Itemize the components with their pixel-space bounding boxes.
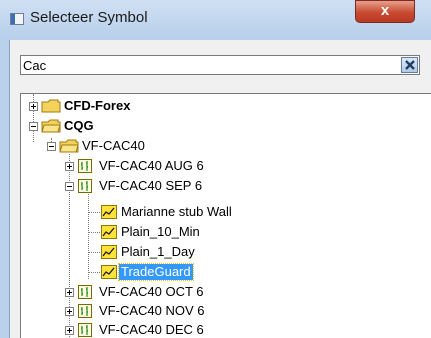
tree-node-vf-cac40[interactable]: VF-CAC40 <box>80 138 147 154</box>
folder-icon <box>41 99 61 113</box>
app-icon <box>10 13 24 25</box>
close-icon <box>405 60 415 70</box>
symbol-tree[interactable]: CFD-Forex CQG VF-CAC40 VF-CAC40 AUG 6 VF… <box>20 93 431 338</box>
tree-node-tradeguard[interactable]: TradeGuard <box>118 263 194 281</box>
tree-node-vf-cac40-nov-6[interactable]: VF-CAC40 NOV 6 <box>97 303 206 319</box>
tree-node-cqg[interactable]: CQG <box>62 118 96 134</box>
chart-study-icon <box>101 205 117 219</box>
expand-vf-cac40-nov[interactable] <box>65 307 74 316</box>
tree-node-marianne-stub-wall[interactable]: Marianne stub Wall <box>119 204 234 220</box>
tree-node-vf-cac40-oct-6[interactable]: VF-CAC40 OCT 6 <box>97 284 206 300</box>
folder-open-icon <box>41 119 61 133</box>
expand-vf-cac40-dec[interactable] <box>65 326 74 335</box>
search-input[interactable] <box>23 57 393 73</box>
window-title: Selecteer Symbol <box>30 9 148 26</box>
expand-vf-cac40-oct[interactable] <box>65 288 74 297</box>
search-box <box>20 55 420 75</box>
expand-cfd-forex[interactable] <box>29 102 38 111</box>
tree-node-plain-1-day[interactable]: Plain_1_Day <box>119 244 197 260</box>
title-bar[interactable]: Selecteer Symbol x <box>0 0 431 40</box>
collapse-vf-cac40-sep[interactable] <box>65 182 74 191</box>
chart-study-icon <box>101 265 117 279</box>
clear-search-button[interactable] <box>401 57 418 73</box>
symbol-icon <box>78 179 92 193</box>
symbol-icon <box>78 285 92 299</box>
dialog-window: Selecteer Symbol x Cac CFD-Forex CQG VF-… <box>0 0 431 338</box>
chart-study-icon <box>101 245 117 259</box>
folder-open-icon <box>59 139 79 153</box>
collapse-vf-cac40[interactable] <box>47 142 56 151</box>
tree-node-plain-10-min[interactable]: Plain_10_Min <box>119 224 202 240</box>
dialog-body: CFD-Forex CQG VF-CAC40 VF-CAC40 AUG 6 <box>9 40 431 338</box>
chart-study-icon <box>101 225 117 239</box>
tree-node-vf-cac40-aug-6[interactable]: VF-CAC40 AUG 6 <box>97 158 206 174</box>
symbol-icon <box>78 159 92 173</box>
collapse-cqg[interactable] <box>29 122 38 131</box>
tree-node-vf-cac40-dec-6[interactable]: VF-CAC40 DEC 6 <box>97 322 206 338</box>
symbol-icon <box>78 304 92 318</box>
tree-node-cfd-forex[interactable]: CFD-Forex <box>62 98 132 114</box>
close-button[interactable]: x <box>355 0 415 23</box>
expand-vf-cac40-aug[interactable] <box>65 162 74 171</box>
tree-node-vf-cac40-sep-6[interactable]: VF-CAC40 SEP 6 <box>97 178 204 194</box>
symbol-icon <box>78 323 92 337</box>
